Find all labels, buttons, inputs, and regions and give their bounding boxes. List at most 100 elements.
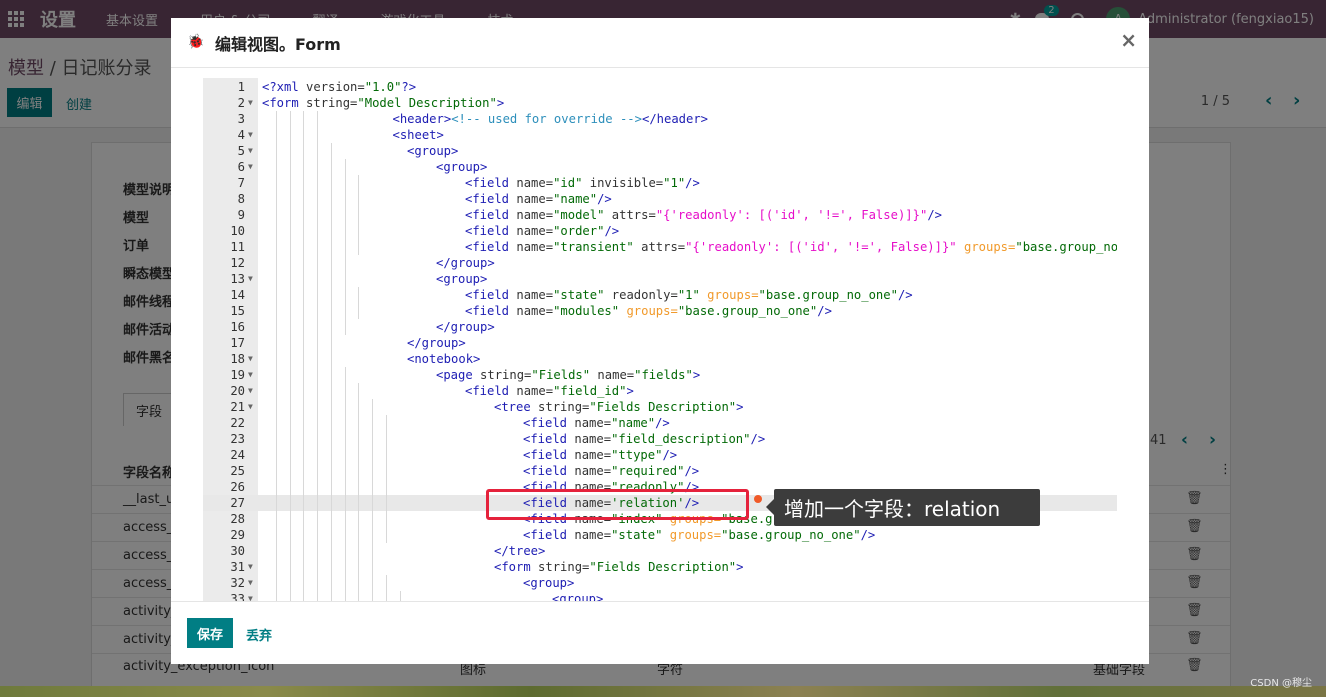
save-button[interactable]: 保存 (187, 618, 233, 648)
code-line[interactable]: 13 ▼ <group> (203, 271, 1117, 287)
indent-guide (330, 463, 332, 479)
code-line[interactable]: 17 </group> (203, 335, 1117, 351)
code-line[interactable]: 25 <field name="required"/> (203, 463, 1117, 479)
indent-guide (303, 335, 305, 351)
code-line[interactable]: 10 <field name="order"/> (203, 223, 1117, 239)
fold-toggle-icon[interactable]: ▼ (248, 95, 253, 111)
code-line[interactable]: 7 <field name="id" invisible="1"/> (203, 175, 1117, 191)
code-line[interactable]: 24 <field name="ttype"/> (203, 447, 1117, 463)
code-line[interactable]: 23 <field name="field_description"/> (203, 431, 1117, 447)
fold-toggle-icon[interactable]: ▼ (248, 559, 253, 575)
line-number: 7 (237, 176, 245, 190)
indent-guide (372, 511, 374, 527)
code-text: <?xml version="1.0"?> (262, 80, 417, 94)
indent-guide (344, 383, 346, 399)
code-line[interactable]: 29 <field name="state" groups="base.group… (203, 527, 1117, 543)
indent-guide (358, 415, 360, 431)
code-line[interactable]: 14 <field name="state" readonly="1" group… (203, 287, 1117, 303)
indent-guide (275, 559, 277, 575)
code-line[interactable]: 19 ▼ <page string="Fields" name="fields"> (203, 367, 1117, 383)
fold-toggle-icon[interactable]: ▼ (248, 271, 253, 287)
fold-toggle-icon[interactable]: ▼ (248, 159, 253, 175)
fold-toggle-icon[interactable]: ▼ (248, 575, 253, 591)
code-text: <sheet> (392, 128, 444, 142)
indent-guide (385, 527, 387, 543)
indent-guide (317, 319, 319, 335)
code-line[interactable]: 6 ▼ <group> (203, 159, 1117, 175)
indent-guide (303, 495, 305, 511)
indent-guide (330, 527, 332, 543)
discard-button[interactable]: 丢弃 (246, 625, 272, 644)
close-icon[interactable]: × (1120, 28, 1137, 52)
annotation-callout: 增加一个字段：relation (774, 489, 1040, 526)
line-number: 28 (230, 512, 245, 526)
indent-guide (330, 559, 332, 575)
indent-guide (344, 255, 346, 271)
indent-guide (330, 335, 332, 351)
fold-toggle-icon[interactable]: ▼ (248, 351, 253, 367)
indent-guide (385, 511, 387, 527)
line-number: 32 (230, 576, 245, 590)
code-text: </group> (407, 336, 466, 350)
indent-guide (289, 351, 291, 367)
indent-guide (385, 495, 387, 511)
indent-guide (289, 447, 291, 463)
indent-guide (303, 207, 305, 223)
code-line[interactable]: 15 <field name="modules" groups="base.gro… (203, 303, 1117, 319)
indent-guide (317, 127, 319, 143)
line-number: 3 (237, 112, 245, 126)
fold-toggle-icon[interactable]: ▼ (248, 367, 253, 383)
dialog-title: 编辑视图。Form (215, 35, 341, 54)
indent-guide (275, 543, 277, 559)
indent-guide (275, 127, 277, 143)
code-line[interactable]: 22 <field name="name"/> (203, 415, 1117, 431)
fold-toggle-icon[interactable]: ▼ (248, 399, 253, 415)
code-line[interactable]: 16 </group> (203, 319, 1117, 335)
indent-guide (289, 591, 291, 601)
code-line[interactable]: 11 <field name="transient" attrs="{'reado… (203, 239, 1117, 255)
code-line[interactable]: 9 <field name="model" attrs="{'readonly':… (203, 207, 1117, 223)
indent-guide (303, 431, 305, 447)
line-number: 6 (237, 160, 245, 174)
code-line[interactable]: 30 </tree> (203, 543, 1117, 559)
code-line[interactable]: 33 ▼ <group> (203, 591, 1117, 601)
indent-guide (289, 367, 291, 383)
indent-guide (330, 591, 332, 601)
code-line[interactable]: 3 <header><!-- used for override --></hea… (203, 111, 1117, 127)
indent-guide (344, 207, 346, 223)
indent-guide (275, 351, 277, 367)
code-line[interactable]: 18 ▼ <notebook> (203, 351, 1117, 367)
code-line[interactable]: 12 </group> (203, 255, 1117, 271)
indent-guide (303, 223, 305, 239)
indent-guide (275, 511, 277, 527)
indent-guide (372, 463, 374, 479)
indent-guide (303, 463, 305, 479)
code-line[interactable]: 4 ▼ <sheet> (203, 127, 1117, 143)
code-line[interactable]: 5 ▼ <group> (203, 143, 1117, 159)
fold-toggle-icon[interactable]: ▼ (248, 591, 253, 601)
code-line[interactable]: 8 <field name="name"/> (203, 191, 1117, 207)
fold-toggle-icon[interactable]: ▼ (248, 127, 253, 143)
indent-guide (275, 271, 277, 287)
indent-guide (289, 239, 291, 255)
indent-guide (289, 175, 291, 191)
code-line[interactable]: 21 ▼ <tree string="Fields Description"> (203, 399, 1117, 415)
code-line[interactable]: 20 ▼ <field name="field_id"> (203, 383, 1117, 399)
line-number: 18 (230, 352, 245, 366)
indent-guide (385, 463, 387, 479)
indent-guide (344, 479, 346, 495)
indent-guide (303, 175, 305, 191)
code-line[interactable]: 32 ▼ <group> (203, 575, 1117, 591)
code-line[interactable]: 31 ▼ <form string="Fields Description"> (203, 559, 1117, 575)
indent-guide (344, 447, 346, 463)
code-line[interactable]: 2 ▼ <form string="Model Description"> (203, 95, 1117, 111)
indent-guide (303, 191, 305, 207)
code-line[interactable]: 1 <?xml version="1.0"?> (203, 79, 1117, 95)
indent-guide (358, 511, 360, 527)
annotation-arrow (766, 499, 774, 515)
fold-toggle-icon[interactable]: ▼ (248, 383, 253, 399)
line-number: 24 (230, 448, 245, 462)
fold-toggle-icon[interactable]: ▼ (248, 143, 253, 159)
code-text: <field name="field_id"> (465, 384, 634, 398)
indent-guide (372, 559, 374, 575)
